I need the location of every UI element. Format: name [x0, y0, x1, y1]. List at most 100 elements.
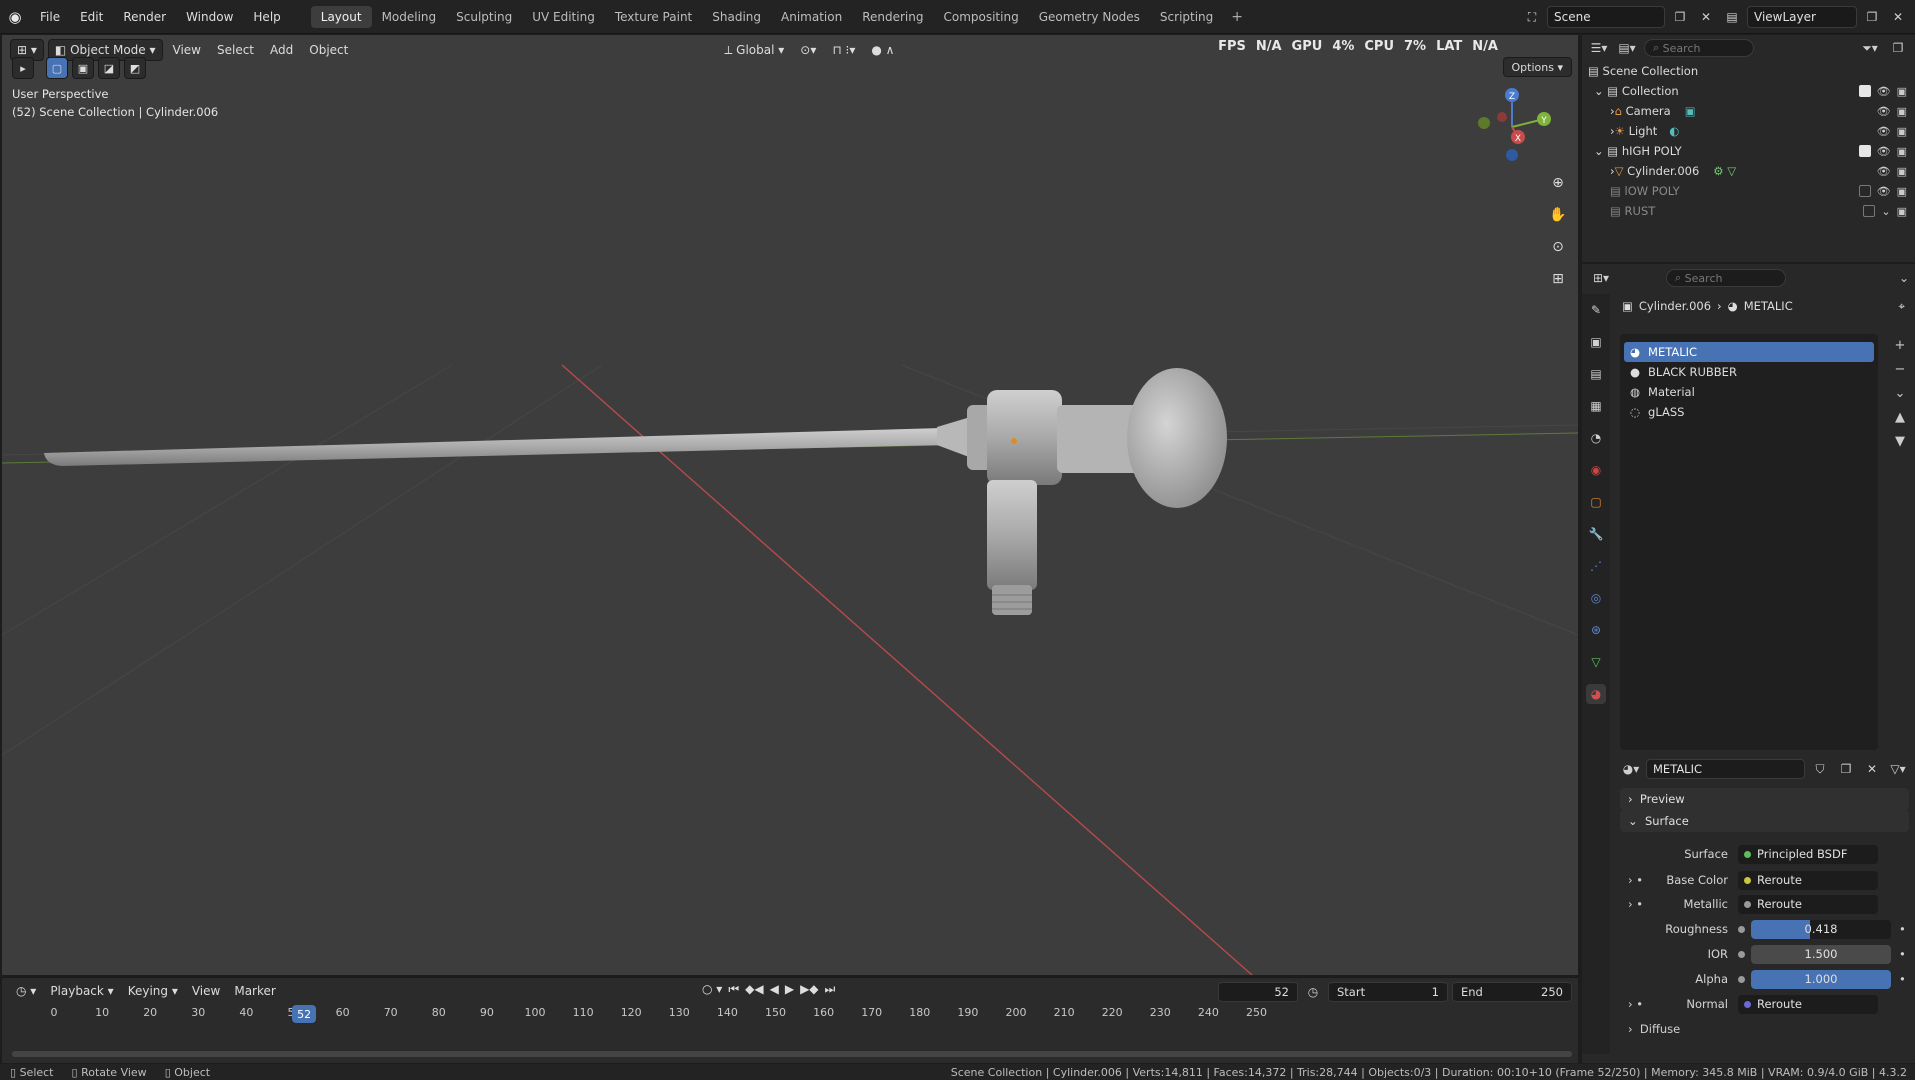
next-keyframe-icon[interactable]: ▶◆ — [800, 982, 818, 997]
new-collection-icon[interactable]: ❐ — [1887, 37, 1909, 59]
expand-icon[interactable]: › • — [1620, 997, 1650, 1011]
ior-field[interactable]: 1.500 — [1751, 944, 1891, 964]
cylinder-row[interactable]: › ▽ Cylinder.006 ⚙ ▽ 👁 ▣ — [1582, 161, 1915, 181]
render-tab-icon[interactable]: ▣ — [1586, 332, 1606, 352]
end-frame-field[interactable]: End 250 — [1452, 982, 1572, 1002]
roughness-slider[interactable]: 0.418 — [1751, 919, 1891, 939]
pan-hand-icon[interactable]: ✋ — [1546, 203, 1570, 227]
view-layer-icon[interactable]: ▤ — [1721, 6, 1743, 28]
unlink-material-icon[interactable]: ✕ — [1861, 758, 1883, 780]
metallic-field[interactable]: Reroute — [1738, 894, 1878, 914]
play-reverse-icon[interactable]: ◀ — [770, 982, 779, 997]
menu-window[interactable]: Window — [176, 10, 243, 24]
output-tab-icon[interactable]: ▤ — [1586, 364, 1606, 384]
material-slot-black-rubber[interactable]: ● BLACK RUBBER — [1624, 362, 1874, 382]
duplicate-material-icon[interactable]: ❐ — [1835, 758, 1857, 780]
menu-playback[interactable]: Playback ▾ — [44, 980, 119, 1002]
tab-sculpting[interactable]: Sculpting — [446, 6, 522, 28]
render-camera-icon[interactable]: ▣ — [1897, 145, 1907, 158]
material-tab-icon[interactable]: ◕ — [1586, 684, 1606, 704]
pivot-icon[interactable]: ⊙▾ — [794, 39, 822, 61]
exclude-checkbox[interactable] — [1863, 204, 1876, 217]
mode-subtract-icon[interactable]: ◪ — [98, 57, 120, 79]
normal-field[interactable]: Reroute — [1738, 994, 1878, 1014]
navigation-gizmo[interactable]: Z Y X — [1472, 87, 1552, 167]
object-tab-icon[interactable]: ▢ — [1586, 492, 1606, 512]
jump-start-icon[interactable]: ⏮ — [728, 982, 739, 997]
move-up-icon[interactable]: ▲ — [1891, 408, 1909, 426]
menu-file[interactable]: File — [30, 10, 70, 24]
world-tab-icon[interactable]: ◉ — [1586, 460, 1606, 480]
outliner-search-input[interactable]: ⌕ Search — [1644, 39, 1754, 57]
collection-row[interactable]: ⌄ ▤ Collection 👁 ▣ — [1582, 81, 1915, 101]
material-slot-glass[interactable]: ◌ gLASS — [1624, 402, 1874, 422]
orientation-dropdown[interactable]: ⟂ Global ▾ — [718, 39, 790, 61]
eye-icon[interactable]: 👁 — [1877, 125, 1891, 138]
tab-shading[interactable]: Shading — [702, 6, 771, 28]
modifier-tab-icon[interactable]: 🔧 — [1586, 524, 1606, 544]
properties-editor-type-icon[interactable]: ⊞▾ — [1590, 267, 1612, 289]
auto-keying-icon[interactable]: ○ ▾ — [702, 982, 722, 997]
preview-panel-header[interactable]: › Preview — [1620, 788, 1909, 810]
tab-rendering[interactable]: Rendering — [852, 6, 933, 28]
snap-icon[interactable]: ⊓ ⁝▾ — [826, 39, 861, 61]
material-name-field[interactable]: METALIC — [1646, 759, 1805, 779]
mode-invert-icon[interactable]: ◩ — [124, 57, 146, 79]
eye-icon[interactable]: 👁 — [1877, 165, 1891, 178]
eye-icon[interactable]: 👁 — [1877, 105, 1891, 118]
material-slot-material[interactable]: ◍ Material — [1624, 382, 1874, 402]
camera-view-icon[interactable]: ⊙ — [1546, 235, 1570, 259]
new-view-layer-icon[interactable]: ❐ — [1861, 6, 1883, 28]
view-layer-field[interactable]: ViewLayer — [1747, 6, 1857, 28]
menu-select[interactable]: Select — [211, 39, 260, 61]
display-mode-icon[interactable]: ▤▾ — [1616, 37, 1638, 59]
tab-uv-editing[interactable]: UV Editing — [522, 6, 605, 28]
constraints-tab-icon[interactable]: ⊛ — [1586, 620, 1606, 640]
new-scene-icon[interactable]: ❐ — [1669, 6, 1691, 28]
tab-animation[interactable]: Animation — [771, 6, 852, 28]
surface-shader-field[interactable]: Principled BSDF — [1738, 844, 1878, 864]
scene-field[interactable]: Scene — [1547, 6, 1665, 28]
camera-row[interactable]: › ⌂ Camera ▣ 👁 ▣ — [1582, 101, 1915, 121]
menu-help[interactable]: Help — [243, 10, 290, 24]
rust-row[interactable]: ▤ RUST ⌄ ▣ — [1582, 201, 1915, 221]
expand-icon[interactable]: › • — [1620, 897, 1650, 911]
close-view-layer-icon[interactable]: ✕ — [1887, 6, 1909, 28]
eye-icon[interactable]: 👁 — [1877, 185, 1891, 198]
base-color-field[interactable]: Reroute — [1738, 870, 1878, 890]
low-poly-row[interactable]: ▤ lOW POLY 👁 ▣ — [1582, 181, 1915, 201]
pin-icon[interactable]: ⌖ — [1899, 299, 1905, 314]
eye-icon[interactable]: 👁 — [1877, 85, 1891, 98]
exclude-checkbox[interactable] — [1858, 144, 1871, 157]
alpha-slider[interactable]: 1.000 — [1751, 969, 1891, 989]
3d-viewport[interactable]: ⊞ ▾ ◧ Object Mode ▾ View Select Add Obje… — [2, 35, 1578, 975]
close-scene-icon[interactable]: ✕ — [1695, 6, 1717, 28]
preview-range-icon[interactable]: ◷ — [1302, 981, 1324, 1003]
remove-slot-icon[interactable]: − — [1891, 360, 1909, 378]
scene-icon[interactable]: ⛶ — [1521, 6, 1543, 28]
current-frame-indicator[interactable]: 52 — [292, 1005, 317, 1023]
menu-keying[interactable]: Keying ▾ — [122, 980, 184, 1002]
tab-geometry-nodes[interactable]: Geometry Nodes — [1029, 6, 1150, 28]
perspective-toggle-icon[interactable]: ⊞ — [1546, 267, 1570, 291]
mode-set-icon[interactable]: ▢ — [46, 57, 68, 79]
play-icon[interactable]: ▶ — [785, 982, 794, 997]
outliner-editor-type-icon[interactable]: ☰▾ — [1588, 37, 1610, 59]
tab-compositing[interactable]: Compositing — [933, 6, 1028, 28]
particles-tab-icon[interactable]: ⋰ — [1586, 556, 1606, 576]
tab-layout[interactable]: Layout — [310, 5, 372, 28]
add-workspace-icon[interactable]: + — [1223, 9, 1251, 25]
proportional-edit-icon[interactable]: ● ∧ — [865, 39, 900, 61]
exclude-checkbox[interactable] — [1858, 84, 1871, 97]
render-camera-icon[interactable]: ▣ — [1897, 125, 1907, 138]
menu-render[interactable]: Render — [113, 10, 176, 24]
start-frame-field[interactable]: Start 1 — [1328, 982, 1448, 1002]
light-row[interactable]: › ☀ Light ◐ 👁 ▣ — [1582, 121, 1915, 141]
render-camera-icon[interactable]: ▣ — [1897, 105, 1907, 118]
blender-logo-icon[interactable]: ◉ — [0, 0, 30, 34]
current-frame-field[interactable]: 52 — [1218, 982, 1298, 1002]
menu-marker[interactable]: Marker — [228, 980, 281, 1002]
exclude-checkbox[interactable] — [1858, 184, 1871, 197]
eye-icon[interactable]: ⌄ — [1881, 205, 1890, 218]
scene-collection-row[interactable]: ▤ Scene Collection — [1582, 61, 1915, 81]
